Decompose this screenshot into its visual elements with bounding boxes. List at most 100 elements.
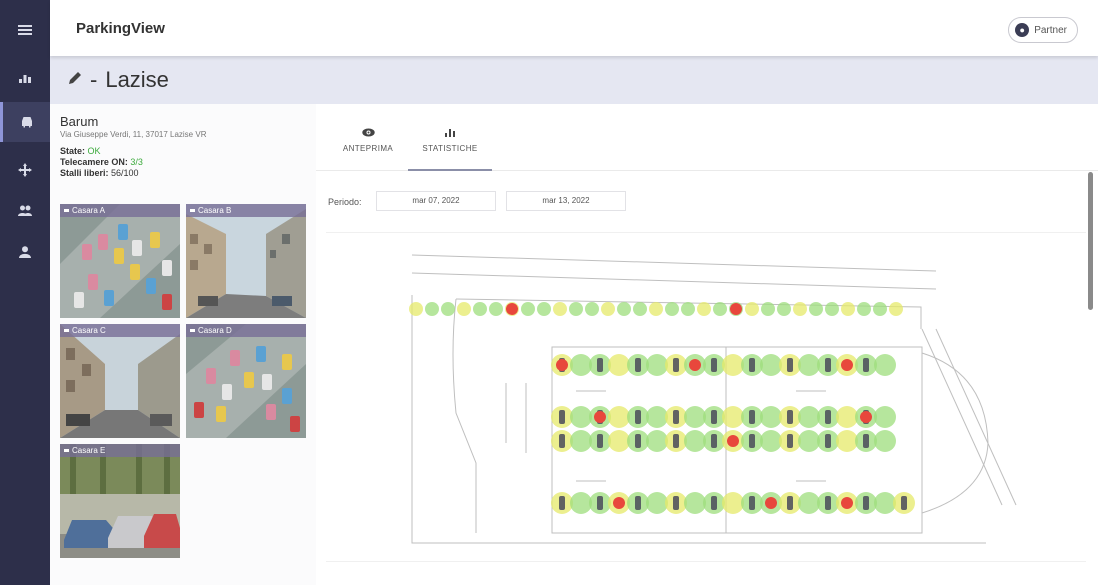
heat-hotspot bbox=[506, 303, 518, 315]
account-icon: ● bbox=[1015, 23, 1030, 37]
heat-hotspot bbox=[765, 497, 777, 509]
heat-hotspot bbox=[613, 497, 625, 509]
heat-spot bbox=[681, 302, 695, 316]
parked-car bbox=[749, 358, 755, 372]
heat-spot bbox=[425, 302, 439, 316]
period-end-date[interactable]: mar 13, 2022 bbox=[506, 191, 626, 211]
lot-name: Barum bbox=[60, 114, 99, 129]
lot-address: Via Giuseppe Verdi, 11, 37017 Lazise VR bbox=[60, 130, 207, 139]
parked-car bbox=[711, 358, 717, 372]
period-start-date[interactable]: mar 07, 2022 bbox=[376, 191, 496, 211]
parked-car bbox=[825, 434, 831, 448]
camera-label: Casara C bbox=[60, 324, 180, 337]
parked-car bbox=[787, 410, 793, 424]
camera-thumbnail[interactable]: Casara D bbox=[186, 324, 306, 438]
state-value: OK bbox=[87, 146, 101, 156]
heat-spot bbox=[473, 302, 487, 316]
parked-car bbox=[711, 410, 717, 424]
scrollbar[interactable] bbox=[1088, 172, 1093, 310]
partner-label: Partner bbox=[1034, 24, 1067, 36]
heat-hotspot bbox=[841, 359, 853, 371]
side-rail bbox=[0, 0, 50, 585]
heat-spot bbox=[617, 302, 631, 316]
parked-car bbox=[559, 496, 565, 510]
parked-car bbox=[597, 496, 603, 510]
parked-car bbox=[673, 410, 679, 424]
heat-hotspot bbox=[689, 359, 701, 371]
camera-thumbnail[interactable]: Casara A bbox=[60, 204, 180, 318]
heat-spot bbox=[809, 302, 823, 316]
edit-pencil-icon[interactable] bbox=[68, 70, 82, 90]
heat-spot bbox=[825, 302, 839, 316]
tab-statistics[interactable]: STATISTICHE bbox=[408, 126, 492, 171]
heat-spot bbox=[457, 302, 471, 316]
parked-car bbox=[635, 410, 641, 424]
parked-car bbox=[711, 496, 717, 510]
parked-car bbox=[635, 358, 641, 372]
parked-car bbox=[825, 358, 831, 372]
tab-preview[interactable]: ANTEPRIMA bbox=[326, 126, 410, 171]
parked-car bbox=[863, 434, 869, 448]
lot-free-spots: Stalli liberi: 56/100 bbox=[60, 168, 139, 178]
camera-label: Casara D bbox=[186, 324, 306, 337]
heat-spot bbox=[697, 302, 711, 316]
heat-spot bbox=[713, 302, 727, 316]
heat-hotspot bbox=[556, 359, 568, 371]
parked-car bbox=[749, 434, 755, 448]
page-title: - Lazise bbox=[68, 67, 169, 93]
parking-heatmap bbox=[326, 232, 1086, 562]
heat-spot bbox=[761, 302, 775, 316]
menu-icon[interactable] bbox=[0, 10, 50, 50]
parked-car bbox=[825, 410, 831, 424]
parked-car bbox=[597, 358, 603, 372]
heat-spot bbox=[537, 302, 551, 316]
cameras-value: 3/3 bbox=[130, 157, 143, 167]
person-icon[interactable] bbox=[0, 232, 50, 272]
parked-car bbox=[825, 496, 831, 510]
heat-spots bbox=[409, 302, 915, 514]
heat-hotspot bbox=[860, 411, 872, 423]
statistics-panel: ANTEPRIMA STATISTICHE Periodo: mar 07, 2… bbox=[316, 104, 1098, 585]
heatmap-svg bbox=[409, 254, 1017, 544]
camera-thumbnail[interactable]: Casara E bbox=[60, 444, 180, 558]
parked-car bbox=[787, 434, 793, 448]
move-icon[interactable] bbox=[0, 150, 50, 190]
heat-spot bbox=[777, 302, 791, 316]
group-icon[interactable] bbox=[0, 190, 50, 230]
tab-bar: ANTEPRIMA STATISTICHE bbox=[316, 104, 1098, 171]
parked-car bbox=[597, 434, 603, 448]
heat-spot bbox=[569, 302, 583, 316]
parked-car bbox=[863, 496, 869, 510]
chart-icon[interactable] bbox=[0, 58, 50, 98]
heat-spot bbox=[793, 302, 807, 316]
page-title-text: Lazise bbox=[105, 67, 169, 92]
camera-thumbnail[interactable]: Casara B bbox=[186, 204, 306, 318]
page-header: - Lazise bbox=[50, 56, 1098, 104]
heat-spot bbox=[841, 302, 855, 316]
parked-car bbox=[901, 496, 907, 510]
partner-button[interactable]: ● Partner bbox=[1008, 17, 1078, 43]
camera-label: Casara B bbox=[186, 204, 306, 217]
lot-cameras: Telecamere ON: 3/3 bbox=[60, 157, 143, 167]
heat-spot bbox=[665, 302, 679, 316]
heat-hotspot bbox=[727, 435, 739, 447]
heat-spot bbox=[601, 302, 615, 316]
period-label: Periodo: bbox=[328, 197, 362, 207]
heat-spot bbox=[585, 302, 599, 316]
bar-chart-icon bbox=[408, 126, 492, 144]
heat-spot bbox=[889, 302, 903, 316]
heat-spot bbox=[745, 302, 759, 316]
heat-hotspot bbox=[730, 303, 742, 315]
heat-spot bbox=[873, 302, 887, 316]
parked-car bbox=[673, 434, 679, 448]
app-title: ParkingView bbox=[76, 20, 165, 37]
parked-car bbox=[749, 410, 755, 424]
heat-spot bbox=[441, 302, 455, 316]
heat-spot bbox=[489, 302, 503, 316]
camera-thumbnail[interactable]: Casara C bbox=[60, 324, 180, 438]
parked-car bbox=[711, 434, 717, 448]
parked-car bbox=[673, 358, 679, 372]
car-icon[interactable] bbox=[0, 102, 50, 142]
camera-label: Casara E bbox=[60, 444, 180, 457]
heat-spot bbox=[633, 302, 647, 316]
